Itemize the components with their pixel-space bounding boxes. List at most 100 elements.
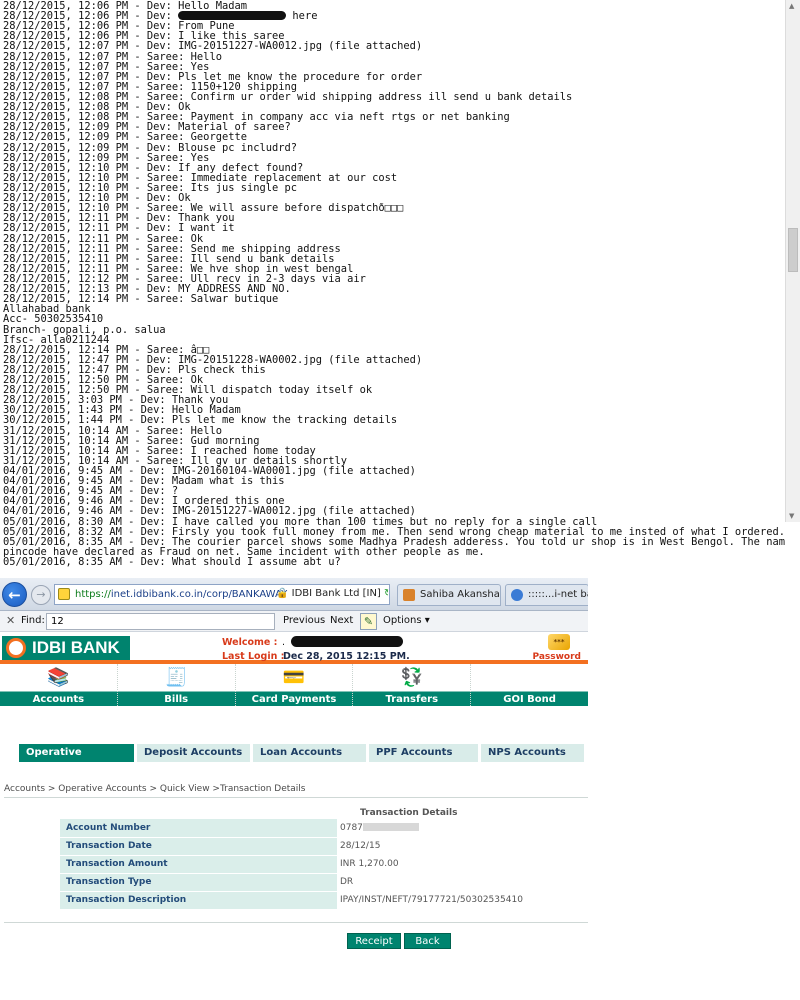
- stamp-icon: 🧾: [164, 667, 188, 688]
- logo-text: IDBI BANK: [32, 638, 120, 657]
- menu-item-card-payments[interactable]: 💳 Card Payments: [236, 664, 354, 706]
- chat-message: Allahabad bank: [3, 303, 91, 316]
- row-value-text: 28/12/15: [340, 841, 381, 851]
- tab-nps-accounts[interactable]: NPS Accounts: [481, 744, 587, 762]
- tab-operative-accounts[interactable]: Operative Accounts: [19, 744, 137, 776]
- menu-label: Bills: [164, 694, 189, 705]
- tab-sahiba[interactable]: Sahiba Akansha V...: [397, 584, 501, 606]
- chat-message: 05/01/2016, 8:35 AM - Dev: What should I…: [3, 556, 341, 569]
- url-text: inet.idbibank.co.in/corp/BANKAWAY: [110, 589, 288, 600]
- tab-label: Sahiba Akansha V...: [420, 589, 500, 600]
- emblem-icon: 🏛: [518, 667, 541, 688]
- transaction-details-title: Transaction Details: [360, 808, 458, 818]
- redacted-account-digits: [362, 822, 419, 831]
- row-value: INR 1,270.00: [337, 855, 588, 874]
- row-value-text: 0787: [340, 822, 363, 833]
- breadcrumb: Accounts > Operative Accounts > Quick Vi…: [4, 784, 306, 794]
- table-row: Transaction Description IPAY/INST/NEFT/79…: [60, 891, 588, 910]
- browser-back-button[interactable]: ←: [2, 582, 27, 607]
- row-value: 0787: [337, 819, 588, 838]
- chat-scroll-thumb[interactable]: [788, 228, 798, 272]
- last-login-value: Dec 28, 2015 12:15 PM.: [283, 651, 410, 662]
- welcome-value: .: [282, 637, 286, 648]
- find-options-button[interactable]: Options ▾: [383, 615, 430, 626]
- chat-message: 28/12/2015, 12:14 PM - Saree: Salwar but…: [3, 293, 279, 306]
- row-label: Transaction Amount: [60, 855, 337, 874]
- chat-message: Acc- 50302535410: [3, 313, 104, 326]
- cert-indicator[interactable]: 🔒 IDBI Bank Ltd [IN] ↻: [262, 584, 388, 606]
- browser-toolbar: ← → https://inet.idbibank.co.in/corp/BAN…: [0, 578, 588, 611]
- row-value: DR: [337, 873, 588, 892]
- tab-inet-bank[interactable]: :::::...i-net bank...: [505, 584, 588, 606]
- row-label: Transaction Type: [60, 873, 337, 892]
- chat-message: 28/12/2015, 12:09 PM - Saree: Georgette: [3, 131, 247, 144]
- menu-label: GOI Bond: [503, 694, 556, 705]
- chat-message: 28/12/2015, 12:11 PM - Dev: I want it: [3, 222, 235, 235]
- find-next-button[interactable]: Next: [330, 615, 353, 626]
- menu-item-bills[interactable]: 🧾 Bills: [118, 664, 236, 706]
- scroll-down-arrow-icon[interactable]: ▼: [789, 512, 794, 520]
- receipt-button[interactable]: Receipt: [347, 933, 401, 949]
- menu-item-goi-bond[interactable]: 🏛 GOI Bond: [471, 664, 588, 706]
- row-value-text: DR: [340, 877, 354, 887]
- scroll-up-arrow-icon[interactable]: ▲: [789, 2, 794, 10]
- lock-icon: 🔒: [276, 588, 289, 599]
- find-previous-button[interactable]: Previous: [283, 615, 325, 626]
- redacted-text: [178, 11, 287, 21]
- menu-item-accounts[interactable]: 📚 Accounts: [0, 664, 118, 706]
- idbi-logo: IDBI BANK: [2, 636, 130, 660]
- row-value-text: INR 1,270.00: [340, 859, 399, 869]
- tab-label: :::::...i-net bank...: [528, 589, 588, 600]
- menu-label: Card Payments: [251, 694, 337, 705]
- main-menu: 📚 Accounts 🧾 Bills 💳 Card Payments 💱 Transfers 🏛…: [0, 664, 588, 706]
- cert-label: IDBI Bank Ltd [IN]: [291, 588, 381, 599]
- money-transfer-icon: 💱: [400, 667, 423, 688]
- row-value: IPAY/INST/NEFT/79177721/50302535410: [337, 891, 588, 910]
- chat-message: Branch- gopali, p.o. salua: [3, 323, 166, 336]
- pencil-icon[interactable]: ✎: [360, 613, 377, 630]
- account-tabs: Operative Accounts Deposit Accounts Loan A…: [19, 744, 587, 776]
- idbi-logo-mark-icon: [6, 638, 26, 658]
- chat-scrollbar[interactable]: ▲ ▼: [785, 0, 800, 522]
- find-label: Find:: [21, 615, 45, 626]
- credit-card-icon: 💳: [282, 667, 306, 688]
- menu-label: Accounts: [32, 694, 85, 705]
- menu-item-transfers[interactable]: 💱 Transfers: [353, 664, 472, 706]
- row-label: Account Number: [60, 819, 337, 838]
- tab-deposit-accounts[interactable]: Deposit Accounts: [137, 744, 253, 762]
- key-icon[interactable]: ***: [548, 634, 570, 650]
- page-icon: [58, 588, 70, 600]
- books-icon: 📚: [47, 667, 70, 688]
- chat-log-panel: 28/12/2015, 12:06 PM - Dev: Hello Madam 2…: [0, 0, 800, 573]
- chat-log: 28/12/2015, 12:06 PM - Dev: Hello Madam 2…: [3, 1, 785, 569]
- transaction-details-table: Account Number 0787 Transaction Date 28/12…: [60, 819, 588, 910]
- row-value: 28/12/15: [337, 837, 588, 856]
- table-row: Transaction Type DR: [60, 873, 588, 892]
- row-value-text: IPAY/INST/NEFT/79177721/50302535410: [340, 895, 523, 905]
- table-row: Transaction Amount INR 1,270.00: [60, 855, 588, 874]
- close-find-icon[interactable]: ✕: [6, 614, 15, 627]
- table-row: Account Number 0787: [60, 819, 588, 838]
- welcome-label: Welcome :: [222, 637, 278, 648]
- back-button[interactable]: Back: [404, 933, 451, 949]
- tab-favicon-icon: [403, 589, 415, 601]
- table-row: Transaction Date 28/12/15: [60, 837, 588, 856]
- bank-header: IDBI BANK Welcome : . Last Login : Dec 2…: [0, 632, 588, 664]
- row-label: Transaction Description: [60, 891, 337, 910]
- find-bar: ✕ Find: Previous Next ✎ Options ▾: [0, 611, 588, 632]
- divider: [4, 797, 588, 798]
- redacted-name: [291, 636, 403, 647]
- find-input[interactable]: [46, 613, 275, 630]
- password-link[interactable]: Password: [532, 652, 581, 662]
- menu-label: Transfers: [385, 694, 439, 705]
- tab-ppf-accounts[interactable]: PPF Accounts: [369, 744, 481, 762]
- browser-forward-button[interactable]: →: [31, 585, 51, 605]
- browser-window: ← → https://inet.idbibank.co.in/corp/BAN…: [0, 578, 588, 1000]
- url-secure-prefix: https://: [75, 589, 111, 600]
- ie-favicon-icon: [511, 589, 523, 601]
- tab-loan-accounts[interactable]: Loan Accounts: [253, 744, 369, 762]
- divider: [4, 922, 588, 923]
- last-login-label: Last Login :: [222, 651, 285, 662]
- row-label: Transaction Date: [60, 837, 337, 856]
- refresh-icon[interactable]: ↻: [384, 588, 388, 599]
